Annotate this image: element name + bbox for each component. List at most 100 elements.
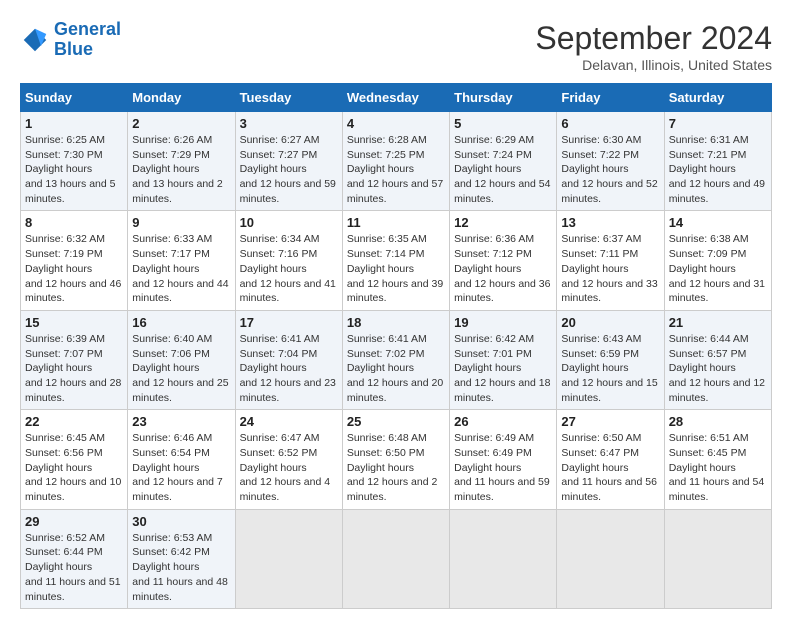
day-info: Sunrise: 6:49 AMSunset: 6:49 PMDaylight …: [454, 431, 552, 504]
day-number: 24: [240, 414, 338, 429]
day-number: 23: [132, 414, 230, 429]
day-number: 28: [669, 414, 767, 429]
day-info: Sunrise: 6:29 AMSunset: 7:24 PMDaylight …: [454, 133, 552, 206]
calendar-week-row: 29 Sunrise: 6:52 AMSunset: 6:44 PMDaylig…: [21, 509, 772, 608]
day-number: 18: [347, 315, 445, 330]
header-wednesday: Wednesday: [342, 84, 449, 112]
logo: General Blue: [20, 20, 121, 60]
calendar-cell: 1 Sunrise: 6:25 AMSunset: 7:30 PMDayligh…: [21, 112, 128, 211]
day-number: 10: [240, 215, 338, 230]
logo-text: General Blue: [54, 20, 121, 60]
day-info: Sunrise: 6:26 AMSunset: 7:29 PMDaylight …: [132, 133, 230, 206]
calendar-cell: 23 Sunrise: 6:46 AMSunset: 6:54 PMDaylig…: [128, 410, 235, 509]
day-info: Sunrise: 6:50 AMSunset: 6:47 PMDaylight …: [561, 431, 659, 504]
day-info: Sunrise: 6:32 AMSunset: 7:19 PMDaylight …: [25, 232, 123, 305]
header-friday: Friday: [557, 84, 664, 112]
calendar-cell: 11 Sunrise: 6:35 AMSunset: 7:14 PMDaylig…: [342, 211, 449, 310]
calendar-cell: 25 Sunrise: 6:48 AMSunset: 6:50 PMDaylig…: [342, 410, 449, 509]
day-info: Sunrise: 6:36 AMSunset: 7:12 PMDaylight …: [454, 232, 552, 305]
calendar-cell: 15 Sunrise: 6:39 AMSunset: 7:07 PMDaylig…: [21, 310, 128, 409]
page-header: General Blue September 2024 Delavan, Ill…: [20, 20, 772, 73]
calendar-cell: 9 Sunrise: 6:33 AMSunset: 7:17 PMDayligh…: [128, 211, 235, 310]
day-number: 30: [132, 514, 230, 529]
day-number: 3: [240, 116, 338, 131]
month-year: September 2024: [535, 20, 772, 57]
day-info: Sunrise: 6:41 AMSunset: 7:02 PMDaylight …: [347, 332, 445, 405]
day-info: Sunrise: 6:31 AMSunset: 7:21 PMDaylight …: [669, 133, 767, 206]
day-number: 2: [132, 116, 230, 131]
day-number: 5: [454, 116, 552, 131]
calendar-table: Sunday Monday Tuesday Wednesday Thursday…: [20, 83, 772, 609]
day-info: Sunrise: 6:34 AMSunset: 7:16 PMDaylight …: [240, 232, 338, 305]
day-number: 6: [561, 116, 659, 131]
day-number: 25: [347, 414, 445, 429]
day-info: Sunrise: 6:27 AMSunset: 7:27 PMDaylight …: [240, 133, 338, 206]
calendar-cell: 4 Sunrise: 6:28 AMSunset: 7:25 PMDayligh…: [342, 112, 449, 211]
day-info: Sunrise: 6:38 AMSunset: 7:09 PMDaylight …: [669, 232, 767, 305]
day-number: 21: [669, 315, 767, 330]
location: Delavan, Illinois, United States: [535, 57, 772, 73]
calendar-cell: 26 Sunrise: 6:49 AMSunset: 6:49 PMDaylig…: [450, 410, 557, 509]
header-sunday: Sunday: [21, 84, 128, 112]
calendar-cell: 19 Sunrise: 6:42 AMSunset: 7:01 PMDaylig…: [450, 310, 557, 409]
calendar-week-row: 1 Sunrise: 6:25 AMSunset: 7:30 PMDayligh…: [21, 112, 772, 211]
day-number: 26: [454, 414, 552, 429]
day-info: Sunrise: 6:53 AMSunset: 6:42 PMDaylight …: [132, 531, 230, 604]
calendar-cell: 3 Sunrise: 6:27 AMSunset: 7:27 PMDayligh…: [235, 112, 342, 211]
calendar-cell: 24 Sunrise: 6:47 AMSunset: 6:52 PMDaylig…: [235, 410, 342, 509]
day-number: 15: [25, 315, 123, 330]
day-number: 27: [561, 414, 659, 429]
day-info: Sunrise: 6:39 AMSunset: 7:07 PMDaylight …: [25, 332, 123, 405]
day-number: 1: [25, 116, 123, 131]
day-number: 8: [25, 215, 123, 230]
calendar-cell: [450, 509, 557, 608]
calendar-week-row: 15 Sunrise: 6:39 AMSunset: 7:07 PMDaylig…: [21, 310, 772, 409]
day-number: 19: [454, 315, 552, 330]
header-tuesday: Tuesday: [235, 84, 342, 112]
day-info: Sunrise: 6:46 AMSunset: 6:54 PMDaylight …: [132, 431, 230, 504]
title-block: September 2024 Delavan, Illinois, United…: [535, 20, 772, 73]
header-saturday: Saturday: [664, 84, 771, 112]
calendar-cell: 8 Sunrise: 6:32 AMSunset: 7:19 PMDayligh…: [21, 211, 128, 310]
day-number: 14: [669, 215, 767, 230]
day-number: 13: [561, 215, 659, 230]
day-info: Sunrise: 6:44 AMSunset: 6:57 PMDaylight …: [669, 332, 767, 405]
day-info: Sunrise: 6:42 AMSunset: 7:01 PMDaylight …: [454, 332, 552, 405]
day-info: Sunrise: 6:25 AMSunset: 7:30 PMDaylight …: [25, 133, 123, 206]
day-info: Sunrise: 6:43 AMSunset: 6:59 PMDaylight …: [561, 332, 659, 405]
day-number: 16: [132, 315, 230, 330]
calendar-cell: 28 Sunrise: 6:51 AMSunset: 6:45 PMDaylig…: [664, 410, 771, 509]
day-number: 9: [132, 215, 230, 230]
calendar-cell: 21 Sunrise: 6:44 AMSunset: 6:57 PMDaylig…: [664, 310, 771, 409]
calendar-cell: 29 Sunrise: 6:52 AMSunset: 6:44 PMDaylig…: [21, 509, 128, 608]
day-info: Sunrise: 6:41 AMSunset: 7:04 PMDaylight …: [240, 332, 338, 405]
day-info: Sunrise: 6:45 AMSunset: 6:56 PMDaylight …: [25, 431, 123, 504]
day-number: 7: [669, 116, 767, 131]
calendar-cell: 20 Sunrise: 6:43 AMSunset: 6:59 PMDaylig…: [557, 310, 664, 409]
day-number: 11: [347, 215, 445, 230]
day-info: Sunrise: 6:33 AMSunset: 7:17 PMDaylight …: [132, 232, 230, 305]
day-number: 17: [240, 315, 338, 330]
header-monday: Monday: [128, 84, 235, 112]
calendar-cell: 6 Sunrise: 6:30 AMSunset: 7:22 PMDayligh…: [557, 112, 664, 211]
day-info: Sunrise: 6:37 AMSunset: 7:11 PMDaylight …: [561, 232, 659, 305]
calendar-cell: [235, 509, 342, 608]
day-number: 22: [25, 414, 123, 429]
calendar-cell: 12 Sunrise: 6:36 AMSunset: 7:12 PMDaylig…: [450, 211, 557, 310]
calendar-cell: 27 Sunrise: 6:50 AMSunset: 6:47 PMDaylig…: [557, 410, 664, 509]
calendar-cell: 16 Sunrise: 6:40 AMSunset: 7:06 PMDaylig…: [128, 310, 235, 409]
calendar-cell: 17 Sunrise: 6:41 AMSunset: 7:04 PMDaylig…: [235, 310, 342, 409]
calendar-cell: 22 Sunrise: 6:45 AMSunset: 6:56 PMDaylig…: [21, 410, 128, 509]
calendar-cell: [342, 509, 449, 608]
calendar-cell: 5 Sunrise: 6:29 AMSunset: 7:24 PMDayligh…: [450, 112, 557, 211]
calendar-cell: 18 Sunrise: 6:41 AMSunset: 7:02 PMDaylig…: [342, 310, 449, 409]
day-info: Sunrise: 6:52 AMSunset: 6:44 PMDaylight …: [25, 531, 123, 604]
calendar-cell: 7 Sunrise: 6:31 AMSunset: 7:21 PMDayligh…: [664, 112, 771, 211]
weekday-header-row: Sunday Monday Tuesday Wednesday Thursday…: [21, 84, 772, 112]
day-number: 20: [561, 315, 659, 330]
day-info: Sunrise: 6:48 AMSunset: 6:50 PMDaylight …: [347, 431, 445, 504]
header-thursday: Thursday: [450, 84, 557, 112]
calendar-week-row: 8 Sunrise: 6:32 AMSunset: 7:19 PMDayligh…: [21, 211, 772, 310]
day-info: Sunrise: 6:47 AMSunset: 6:52 PMDaylight …: [240, 431, 338, 504]
day-info: Sunrise: 6:35 AMSunset: 7:14 PMDaylight …: [347, 232, 445, 305]
